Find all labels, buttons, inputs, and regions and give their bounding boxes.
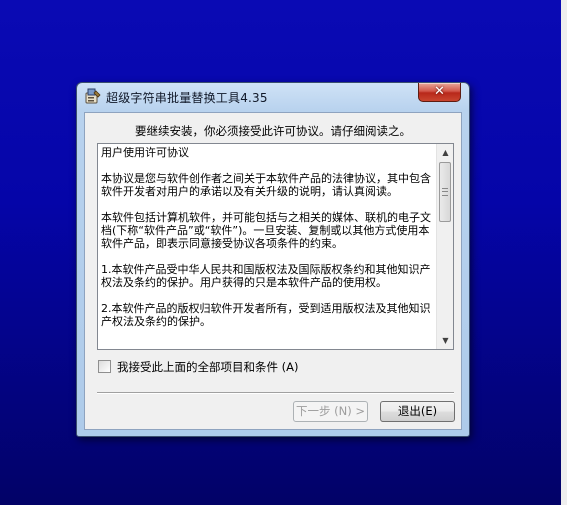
license-paragraph: 1.本软件产品受中华人民共和国版权法及国际版权条约和其他知识产权法及条约的保护。…: [101, 263, 431, 289]
scrollbar-thumb[interactable]: [439, 162, 451, 222]
agree-checkbox[interactable]: [98, 360, 111, 373]
scroll-down-arrow-icon[interactable]: ▼: [437, 332, 453, 349]
scroll-grip-icon: [442, 188, 448, 196]
setup-dialog-window: 超级字符串批量替换工具4.35 ✕ 要继续安装，你必须接受此许可协议。请仔细阅读…: [76, 82, 470, 437]
license-textbox[interactable]: 用户使用许可协议 本协议是您与软件创作者之间关于本软件产品的法律协议，其中包含软…: [97, 143, 454, 350]
window-title: 超级字符串批量替换工具4.35: [106, 91, 268, 105]
agree-checkbox-label[interactable]: 我接受此上面的全部项目和条件 (A): [117, 359, 299, 375]
instruction-text: 要继续安装，你必须接受此许可协议。请仔细阅读之。: [135, 124, 411, 138]
title-bar[interactable]: 超级字符串批量替换工具4.35 ✕: [77, 83, 469, 109]
license-paragraph: 本协议是您与软件创作者之间关于本软件产品的法律协议，其中包含软件开发者对用户的承…: [101, 172, 431, 198]
dialog-client-area: 要继续安装，你必须接受此许可协议。请仔细阅读之。 用户使用许可协议 本协议是您与…: [84, 112, 462, 430]
license-paragraph: 本软件包括计算机软件，并可能包括与之相关的媒体、联机的电子文档(下称“软件产品”…: [101, 211, 431, 250]
scroll-up-arrow-icon[interactable]: ▲: [437, 144, 453, 161]
installer-app-icon: [85, 88, 101, 104]
next-button[interactable]: 下一步 (N) >: [293, 401, 368, 422]
separator-line: [97, 392, 454, 394]
exit-button[interactable]: 退出(E): [380, 401, 455, 422]
license-text-content: 用户使用许可协议 本协议是您与软件创作者之间关于本软件产品的法律协议，其中包含软…: [101, 146, 437, 341]
close-button[interactable]: ✕: [418, 83, 461, 102]
license-paragraph: 2.本软件产品的版权归软件开发者所有，受到适用版权法及其他知识产权法及条约的保护…: [101, 302, 431, 328]
license-heading: 用户使用许可协议: [101, 146, 189, 159]
desktop-edge: [561, 0, 567, 505]
vertical-scrollbar[interactable]: ▲ ▼: [436, 144, 453, 349]
close-icon: ✕: [434, 84, 445, 99]
